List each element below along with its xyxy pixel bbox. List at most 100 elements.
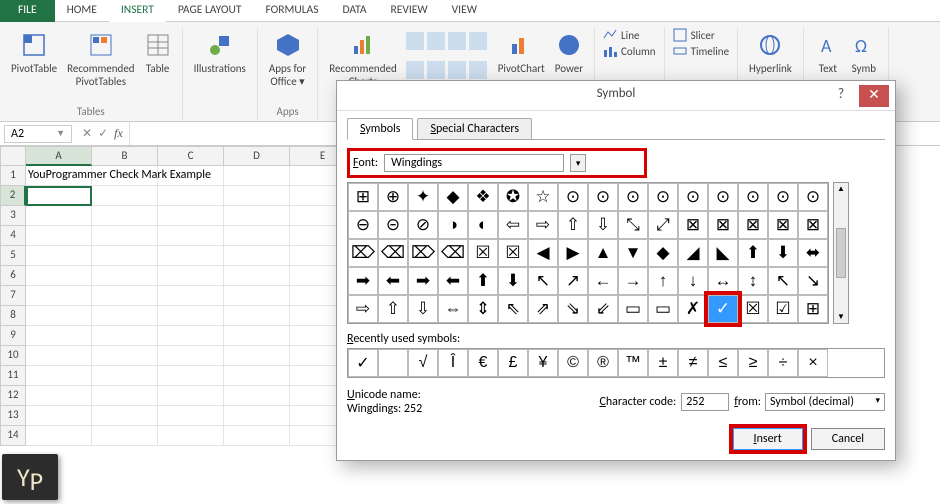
cell[interactable] bbox=[92, 386, 158, 406]
symbol-cell[interactable]: ⌫ bbox=[438, 239, 468, 267]
font-dropdown-button[interactable]: ▾ bbox=[570, 154, 586, 172]
cell[interactable] bbox=[158, 306, 224, 326]
recent-symbol-cell[interactable]: ≥ bbox=[738, 349, 768, 377]
cell[interactable] bbox=[224, 326, 290, 346]
cell[interactable] bbox=[26, 306, 92, 326]
recommended-pivot-button[interactable]: Recommended PivotTables bbox=[62, 28, 139, 88]
column-header-b[interactable]: B bbox=[92, 146, 158, 166]
recent-symbol-cell[interactable]: ÷ bbox=[768, 349, 798, 377]
recent-symbol-cell[interactable]: ¥ bbox=[528, 349, 558, 377]
symbol-cell[interactable]: ⬇ bbox=[768, 239, 798, 267]
symbol-cell[interactable]: ▲ bbox=[588, 239, 618, 267]
cell[interactable] bbox=[158, 406, 224, 426]
symbol-cell[interactable]: ← bbox=[588, 267, 618, 295]
cell[interactable] bbox=[92, 186, 158, 206]
fx-icon[interactable]: fx bbox=[114, 126, 123, 141]
symbol-cell[interactable]: ◆ bbox=[648, 239, 678, 267]
help-button[interactable]: ? bbox=[827, 85, 855, 107]
recent-symbol-cell[interactable]: Î bbox=[438, 349, 468, 377]
symbol-cell[interactable]: ◆ bbox=[438, 183, 468, 211]
symbol-cell[interactable]: ↓ bbox=[678, 267, 708, 295]
symbol-cell[interactable]: ↑ bbox=[648, 267, 678, 295]
close-button[interactable]: ✕ bbox=[859, 85, 889, 107]
cell[interactable] bbox=[26, 286, 92, 306]
symbol-cell[interactable]: ◐ bbox=[468, 211, 498, 239]
symbol-cell[interactable]: ⊕ bbox=[378, 183, 408, 211]
cell[interactable] bbox=[26, 406, 92, 426]
scroll-down-icon[interactable]: ▼ bbox=[837, 312, 845, 322]
illustrations-button[interactable]: Illustrations bbox=[189, 28, 251, 75]
cell[interactable] bbox=[26, 266, 92, 286]
symbol-cell[interactable]: ⇔ bbox=[438, 295, 468, 323]
cell[interactable] bbox=[158, 266, 224, 286]
cell[interactable] bbox=[92, 306, 158, 326]
row-header[interactable]: 12 bbox=[0, 386, 26, 406]
char-code-input[interactable]: 252 bbox=[681, 393, 729, 411]
recent-symbol-cell[interactable]: ≠ bbox=[678, 349, 708, 377]
cell[interactable] bbox=[224, 226, 290, 246]
scroll-thumb[interactable] bbox=[836, 228, 846, 278]
row-header[interactable]: 14 bbox=[0, 426, 26, 446]
cell[interactable] bbox=[224, 186, 290, 206]
symbol-cell[interactable]: ⇨ bbox=[348, 295, 378, 323]
row-header[interactable]: 10 bbox=[0, 346, 26, 366]
timeline-button[interactable]: Timeline bbox=[673, 44, 729, 58]
tab-symbols-dlg[interactable]: Symbols bbox=[347, 118, 413, 140]
recent-symbol-cell[interactable]: € bbox=[468, 349, 498, 377]
cell[interactable] bbox=[158, 286, 224, 306]
symbol-cell[interactable]: ☒ bbox=[498, 239, 528, 267]
recent-symbol-cell[interactable]: ± bbox=[648, 349, 678, 377]
symbol-cell[interactable]: ⇧ bbox=[378, 295, 408, 323]
symbol-cell[interactable]: ⊙ bbox=[738, 183, 768, 211]
symbol-ribbon-button[interactable]: Ω Symb bbox=[846, 28, 882, 75]
symbol-cell[interactable]: ➡ bbox=[348, 267, 378, 295]
symbol-cell[interactable]: ⤢ bbox=[648, 211, 678, 239]
symbol-cell[interactable]: ⬅ bbox=[438, 267, 468, 295]
table-button[interactable]: Table bbox=[140, 28, 176, 88]
row-header[interactable]: 8 bbox=[0, 306, 26, 326]
column-header-a[interactable]: A bbox=[26, 146, 92, 166]
symbol-cell[interactable]: ⇖ bbox=[498, 295, 528, 323]
tab-page-layout[interactable]: PAGE LAYOUT bbox=[166, 0, 254, 22]
symbol-cell[interactable]: ⊠ bbox=[798, 211, 828, 239]
tab-insert[interactable]: INSERT bbox=[109, 0, 166, 22]
symbol-cell[interactable]: ◀ bbox=[528, 239, 558, 267]
tab-review[interactable]: REVIEW bbox=[379, 0, 440, 22]
symbol-cell[interactable]: ◣ bbox=[708, 239, 738, 267]
cell[interactable] bbox=[26, 206, 92, 226]
symbol-cell[interactable]: ⬌ bbox=[798, 239, 828, 267]
cell[interactable] bbox=[92, 346, 158, 366]
recent-symbol-cell[interactable]: √ bbox=[408, 349, 438, 377]
symbol-cell[interactable]: ⊠ bbox=[708, 211, 738, 239]
apps-button[interactable]: Apps for Office ▾ bbox=[264, 28, 311, 88]
sparkline-line-button[interactable]: Line bbox=[603, 28, 656, 42]
symbol-cell[interactable]: ⇗ bbox=[528, 295, 558, 323]
symbol-cell[interactable]: ↗ bbox=[558, 267, 588, 295]
recent-symbol-cell[interactable]: £ bbox=[498, 349, 528, 377]
symbol-cell[interactable]: ⇘ bbox=[558, 295, 588, 323]
row-header[interactable]: 2 bbox=[0, 186, 26, 206]
cell[interactable] bbox=[92, 326, 158, 346]
symbol-cell[interactable]: ⊞ bbox=[798, 295, 828, 323]
symbol-cell[interactable]: ⊙ bbox=[708, 183, 738, 211]
cell[interactable] bbox=[224, 286, 290, 306]
cell[interactable] bbox=[92, 206, 158, 226]
symbol-cell[interactable]: ▭ bbox=[618, 295, 648, 323]
symbol-cell[interactable]: ⇕ bbox=[468, 295, 498, 323]
text-button[interactable]: A Text bbox=[810, 28, 846, 75]
insert-button[interactable]: Insert bbox=[733, 428, 803, 450]
symbol-cell[interactable]: ✓ bbox=[708, 295, 738, 323]
symbol-cell[interactable]: ⊘ bbox=[408, 211, 438, 239]
symbol-cell[interactable]: ⊠ bbox=[678, 211, 708, 239]
row-header[interactable]: 7 bbox=[0, 286, 26, 306]
column-header-d[interactable]: D bbox=[224, 146, 290, 166]
symbol-cell[interactable]: ⊙ bbox=[798, 183, 828, 211]
symbol-cell[interactable]: ⇦ bbox=[498, 211, 528, 239]
symbol-cell[interactable]: ➡ bbox=[408, 267, 438, 295]
tab-formulas[interactable]: FORMULAS bbox=[253, 0, 330, 22]
recommended-charts-button[interactable]: Recommended Charts bbox=[324, 28, 401, 88]
tab-file[interactable]: FILE bbox=[0, 0, 55, 22]
cell[interactable] bbox=[158, 226, 224, 246]
cell[interactable] bbox=[92, 266, 158, 286]
symbol-cell[interactable]: ⇨ bbox=[528, 211, 558, 239]
